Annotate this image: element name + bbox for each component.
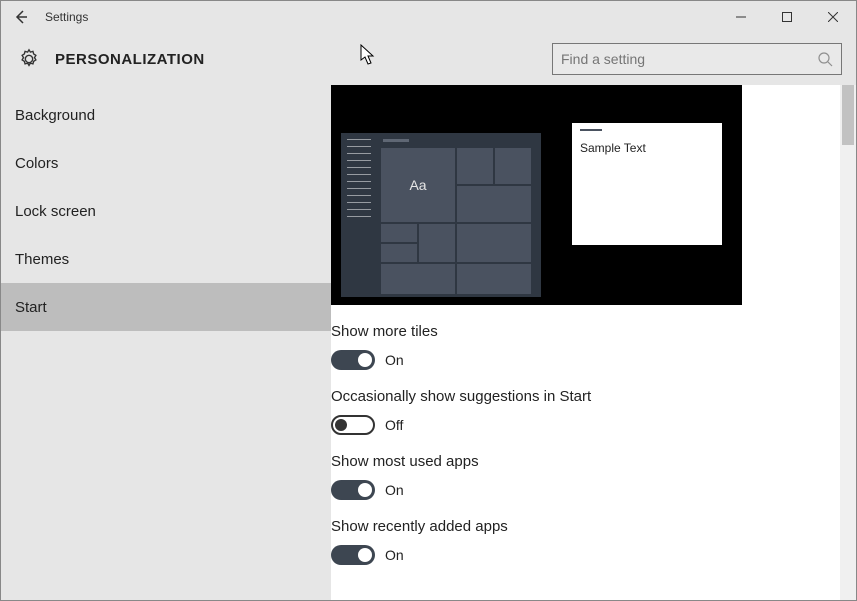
preview-tile	[381, 264, 455, 294]
toggle-show-recently-added[interactable]	[331, 545, 375, 565]
toggle-state-label: On	[385, 482, 404, 498]
settings-list: Show more tiles On Occasionally show sug…	[331, 305, 840, 565]
sidebar-item-background[interactable]: Background	[1, 91, 331, 139]
search-input[interactable]	[561, 51, 817, 67]
setting-show-recently-added: Show recently added apps On	[331, 518, 840, 565]
sidebar-item-colors[interactable]: Colors	[1, 139, 331, 187]
page-title: PERSONALIZATION	[55, 51, 205, 68]
settings-window: Settings PERSONALIZATION Background Colo…	[0, 0, 857, 601]
maximize-icon	[782, 12, 792, 22]
sidebar-item-themes[interactable]: Themes	[1, 235, 331, 283]
toggle-state-label: Off	[385, 417, 403, 433]
sidebar-item-label: Colors	[15, 155, 58, 172]
back-button[interactable]	[1, 1, 41, 33]
sidebar-item-label: Background	[15, 107, 95, 124]
setting-show-suggestions: Occasionally show suggestions in Start O…	[331, 388, 840, 435]
preview-tile	[457, 264, 531, 294]
preview-tile	[457, 148, 493, 184]
preview-tile-letters: Aa	[409, 177, 426, 193]
preview-tile	[381, 224, 417, 242]
search-box[interactable]	[552, 43, 842, 75]
toggle-show-most-used[interactable]	[331, 480, 375, 500]
maximize-button[interactable]	[764, 1, 810, 33]
close-button[interactable]	[810, 1, 856, 33]
body: Background Colors Lock screen Themes Sta…	[1, 85, 856, 600]
search-icon	[817, 51, 833, 67]
preview-tile	[457, 224, 531, 262]
preview-tile	[495, 148, 531, 184]
minimize-button[interactable]	[718, 1, 764, 33]
minimize-icon	[736, 12, 746, 22]
vertical-scrollbar[interactable]	[840, 85, 856, 600]
close-icon	[828, 12, 838, 22]
toggle-show-more-tiles[interactable]	[331, 350, 375, 370]
setting-show-more-tiles: Show more tiles On	[331, 323, 840, 370]
preview-group-header	[383, 139, 409, 142]
back-arrow-icon	[13, 9, 29, 25]
setting-label: Show recently added apps	[331, 518, 840, 535]
settings-gear-icon	[15, 45, 43, 73]
sidebar-item-label: Themes	[15, 251, 69, 268]
preview-tiles: Aa	[381, 139, 537, 293]
titlebar: Settings	[1, 1, 856, 33]
content: Aa	[331, 85, 840, 600]
setting-label: Occasionally show suggestions in Start	[331, 388, 840, 405]
preview-window-text: Sample Text	[580, 141, 646, 155]
toggle-state-label: On	[385, 352, 404, 368]
preview-start-list	[341, 133, 377, 297]
header-row: PERSONALIZATION	[1, 33, 856, 85]
sidebar-item-start[interactable]: Start	[1, 283, 331, 331]
sidebar-item-label: Lock screen	[15, 203, 96, 220]
setting-show-most-used: Show most used apps On	[331, 453, 840, 500]
setting-label: Show most used apps	[331, 453, 840, 470]
toggle-show-suggestions[interactable]	[331, 415, 375, 435]
setting-label: Show more tiles	[331, 323, 840, 340]
preview-tile	[457, 186, 531, 222]
preview-tile-large: Aa	[381, 148, 455, 222]
preview-start-menu: Aa	[341, 133, 541, 297]
sidebar: Background Colors Lock screen Themes Sta…	[1, 85, 331, 600]
toggle-state-label: On	[385, 547, 404, 563]
preview-tile	[381, 244, 417, 262]
preview-window-accent	[580, 129, 602, 131]
start-preview: Aa	[331, 85, 742, 305]
preview-tile	[419, 224, 455, 262]
window-title: Settings	[45, 10, 88, 24]
preview-window: Sample Text	[572, 123, 722, 245]
sidebar-item-lock-screen[interactable]: Lock screen	[1, 187, 331, 235]
sidebar-item-label: Start	[15, 299, 47, 316]
preview-tile-grid: Aa	[381, 148, 535, 294]
scrollbar-thumb[interactable]	[842, 85, 854, 145]
content-wrap: Aa	[331, 85, 856, 600]
